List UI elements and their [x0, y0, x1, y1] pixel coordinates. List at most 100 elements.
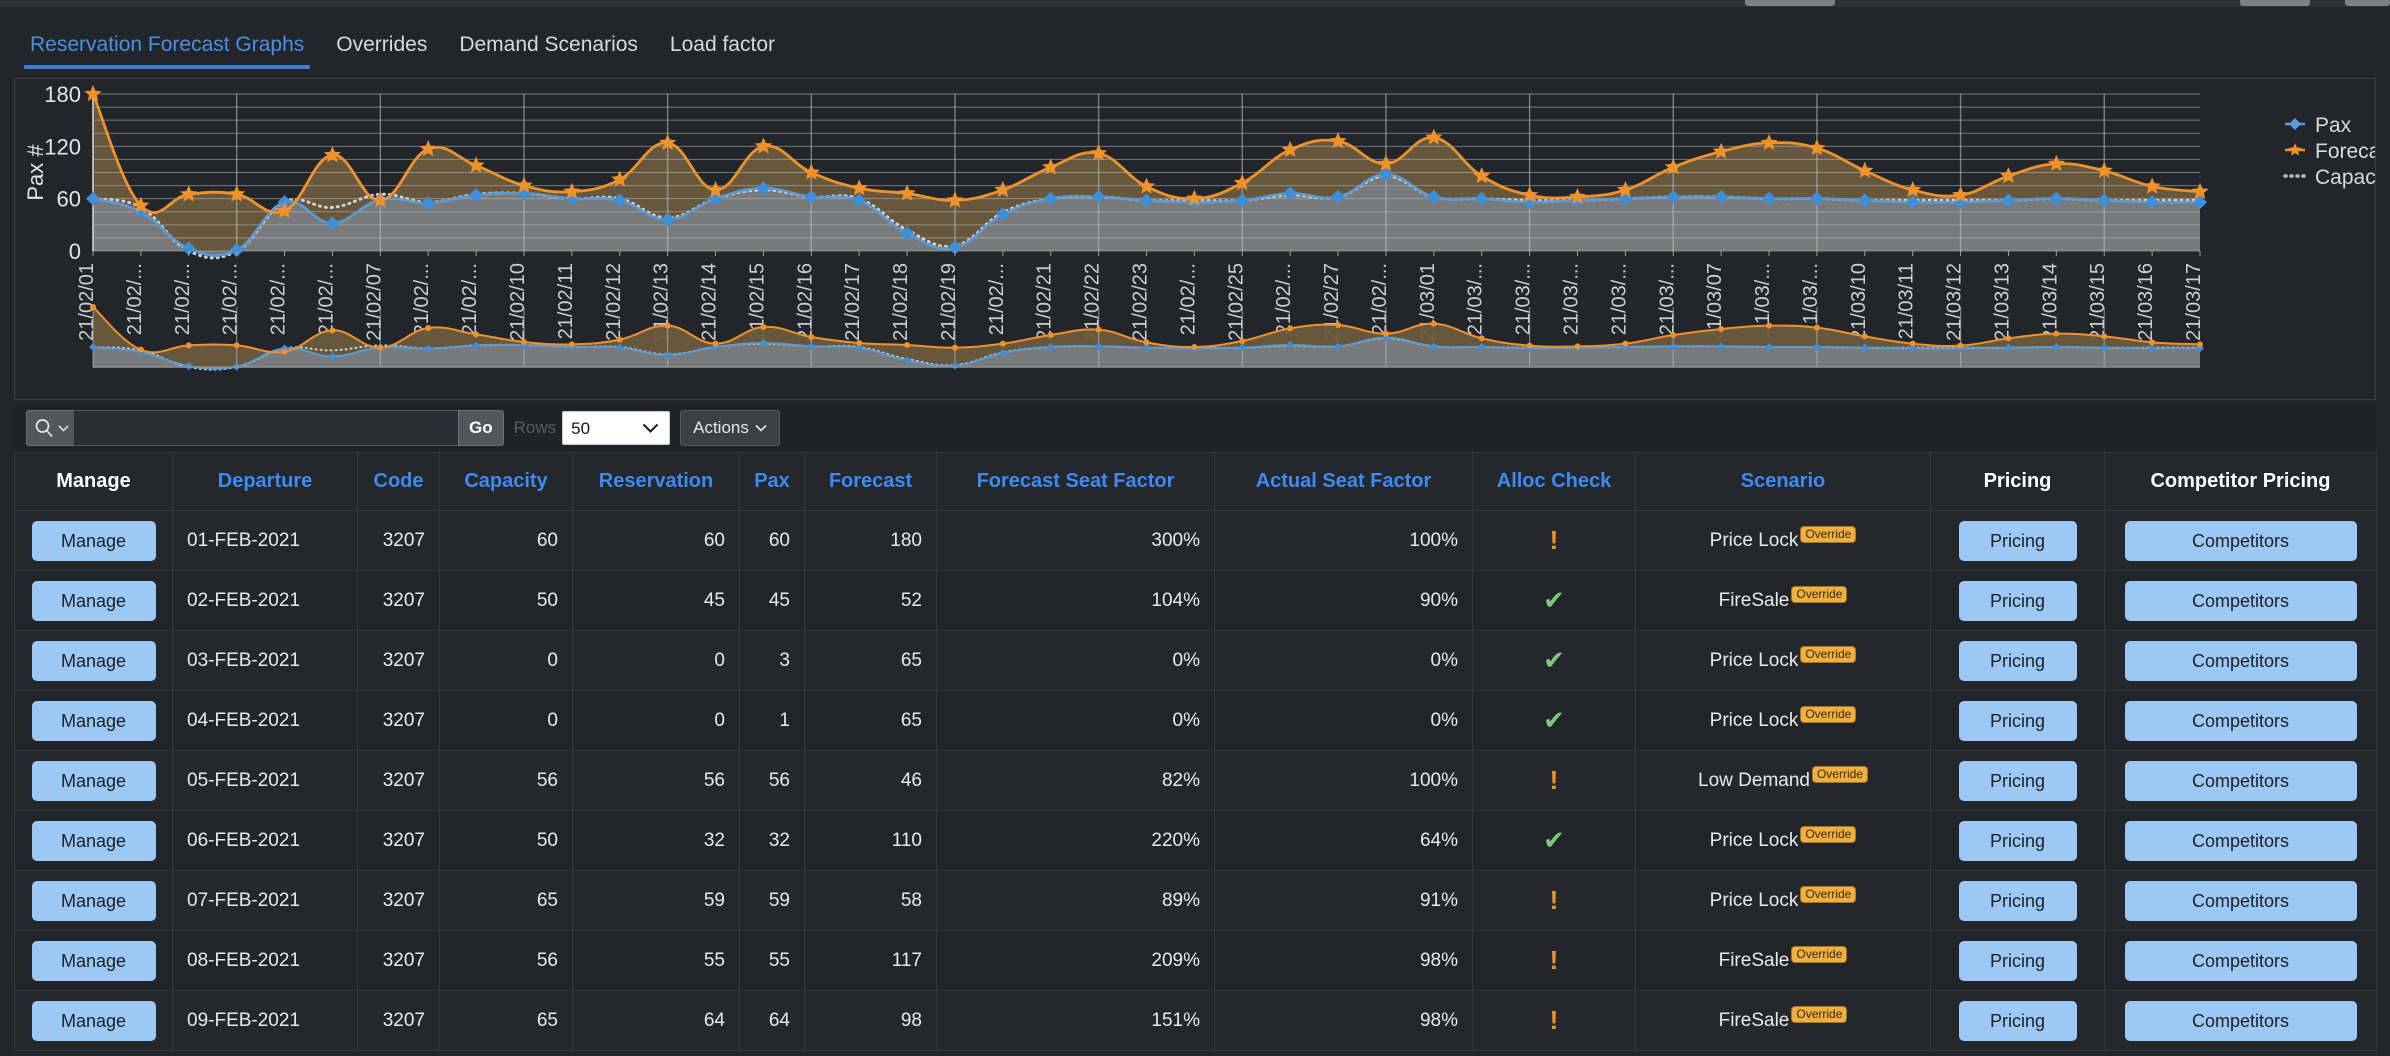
cell-capacity: 65 [440, 871, 573, 931]
svg-text:21/02/07: 21/02/07 [363, 263, 385, 341]
svg-text:21/02/...: 21/02/... [220, 263, 242, 335]
scenario-name: Price Lock [1710, 890, 1799, 912]
competitors-button[interactable]: Competitors [2125, 761, 2357, 801]
competitors-button[interactable]: Competitors [2125, 701, 2357, 741]
top-button-partial-2[interactable] [2240, 0, 2310, 6]
cell-actual-seat-factor: 100% [1215, 511, 1473, 571]
pricing-button[interactable]: Pricing [1959, 821, 2077, 861]
manage-button[interactable]: Manage [32, 881, 156, 921]
competitors-button[interactable]: Competitors [2125, 521, 2357, 561]
pricing-button[interactable]: Pricing [1959, 581, 2077, 621]
cell-pax: 64 [740, 991, 805, 1051]
cell-code: 3207 [358, 811, 440, 871]
search-input[interactable] [74, 410, 458, 446]
cell-forecast: 117 [805, 931, 937, 991]
column-header-scenario[interactable]: Scenario [1636, 453, 1931, 511]
table-row: Manage06-FEB-20213207503232110220%64%✔Pr… [15, 811, 2377, 871]
column-header-pax[interactable]: Pax [740, 453, 805, 511]
cell-alloc-check: ✔ [1473, 811, 1636, 871]
cell-pricing: Pricing [1931, 751, 2105, 811]
tab-demand-scenarios[interactable]: Demand Scenarios [443, 33, 654, 69]
column-header-code[interactable]: Code [358, 453, 440, 511]
scenario-name: Price Lock [1710, 830, 1799, 852]
column-header-forecast[interactable]: Forecast [805, 453, 937, 511]
column-header-reservation[interactable]: Reservation [573, 453, 740, 511]
competitors-button[interactable]: Competitors [2125, 821, 2357, 861]
alloc-ok-icon: ✔ [1543, 645, 1565, 675]
go-button[interactable]: Go [458, 410, 504, 446]
column-header-forecast-seat-factor[interactable]: Forecast Seat Factor [937, 453, 1215, 511]
cell-capacity: 56 [440, 931, 573, 991]
competitors-button[interactable]: Competitors [2125, 881, 2357, 921]
tab-load-factor[interactable]: Load factor [654, 33, 791, 69]
tab-overrides[interactable]: Overrides [320, 33, 443, 69]
grid-body: Manage01-FEB-20213207606060180300%100%!P… [15, 511, 2377, 1051]
cell-pax: 45 [740, 571, 805, 631]
override-badge[interactable]: Override [1800, 526, 1856, 543]
competitors-button[interactable]: Competitors [2125, 941, 2357, 981]
cell-forecast: 110 [805, 811, 937, 871]
forecast-chart[interactable]: 060120180Pax #21/02/0121/02/...21/02/...… [15, 79, 2375, 399]
svg-text:21/02/...: 21/02/... [411, 263, 433, 335]
cell-pricing: Pricing [1931, 931, 2105, 991]
pricing-button[interactable]: Pricing [1959, 701, 2077, 741]
grid-header-row: Manage Departure Code Capacity Reservati… [15, 453, 2377, 511]
override-badge[interactable]: Override [1812, 766, 1868, 783]
override-badge[interactable]: Override [1800, 886, 1856, 903]
manage-button[interactable]: Manage [32, 641, 156, 681]
alloc-ok-icon: ✔ [1543, 585, 1565, 615]
column-header-alloc-check[interactable]: Alloc Check [1473, 453, 1636, 511]
cell-forecast-seat-factor: 0% [937, 631, 1215, 691]
column-header-capacity[interactable]: Capacity [440, 453, 573, 511]
tab-reservation-forecast-graphs[interactable]: Reservation Forecast Graphs [14, 33, 320, 69]
override-badge[interactable]: Override [1791, 1006, 1847, 1023]
top-button-partial-3[interactable] [2345, 0, 2390, 6]
competitors-button[interactable]: Competitors [2125, 1001, 2357, 1041]
top-button-partial-1[interactable] [1745, 0, 1835, 6]
search-icon[interactable] [26, 410, 74, 446]
table-row: Manage02-FEB-2021320750454552104%90%✔Fir… [15, 571, 2377, 631]
pricing-button[interactable]: Pricing [1959, 881, 2077, 921]
svg-text:21/02/14: 21/02/14 [699, 263, 721, 341]
pricing-button[interactable]: Pricing [1959, 641, 2077, 681]
svg-text:Forecast: Forecast [2315, 140, 2375, 163]
svg-text:21/02/...: 21/02/... [459, 263, 481, 335]
column-header-departure[interactable]: Departure [173, 453, 358, 511]
manage-button[interactable]: Manage [32, 1001, 156, 1041]
manage-button[interactable]: Manage [32, 581, 156, 621]
competitors-button[interactable]: Competitors [2125, 641, 2357, 681]
manage-button[interactable]: Manage [32, 521, 156, 561]
pricing-button[interactable]: Pricing [1959, 941, 2077, 981]
manage-button[interactable]: Manage [32, 941, 156, 981]
table-row: Manage03-FEB-20213207003650%0%✔Price Loc… [15, 631, 2377, 691]
pricing-button[interactable]: Pricing [1959, 521, 2077, 561]
cell-capacity: 0 [440, 691, 573, 751]
override-badge[interactable]: Override [1800, 706, 1856, 723]
rows-per-page-select[interactable]: 1510152025501005001000 [562, 411, 670, 445]
svg-text:21/02/18: 21/02/18 [890, 263, 912, 341]
actions-button[interactable]: Actions [680, 410, 780, 446]
cell-scenario: Price LockOverride [1636, 511, 1931, 571]
column-header-actual-seat-factor[interactable]: Actual Seat Factor [1215, 453, 1473, 511]
manage-button[interactable]: Manage [32, 701, 156, 741]
override-badge[interactable]: Override [1800, 646, 1856, 663]
cell-manage: Manage [15, 511, 173, 571]
override-badge[interactable]: Override [1800, 826, 1856, 843]
cell-competitors: Competitors [2105, 511, 2377, 571]
override-badge[interactable]: Override [1791, 946, 1847, 963]
pricing-button[interactable]: Pricing [1959, 761, 2077, 801]
manage-button[interactable]: Manage [32, 821, 156, 861]
cell-scenario: Price LockOverride [1636, 871, 1931, 931]
cell-scenario: FireSaleOverride [1636, 571, 1931, 631]
override-badge[interactable]: Override [1791, 586, 1847, 603]
alloc-ok-icon: ✔ [1543, 825, 1565, 855]
pricing-button[interactable]: Pricing [1959, 1001, 2077, 1041]
svg-text:Capacity: Capacity [2315, 166, 2375, 189]
cell-departure: 05-FEB-2021 [173, 751, 358, 811]
svg-text:21/02/25: 21/02/25 [1225, 263, 1247, 341]
search-group: Go [26, 410, 504, 446]
competitors-button[interactable]: Competitors [2125, 581, 2357, 621]
manage-button[interactable]: Manage [32, 761, 156, 801]
svg-text:21/03/...: 21/03/... [1513, 263, 1535, 335]
scenario-wrap: FireSaleOverride [1719, 950, 1848, 972]
